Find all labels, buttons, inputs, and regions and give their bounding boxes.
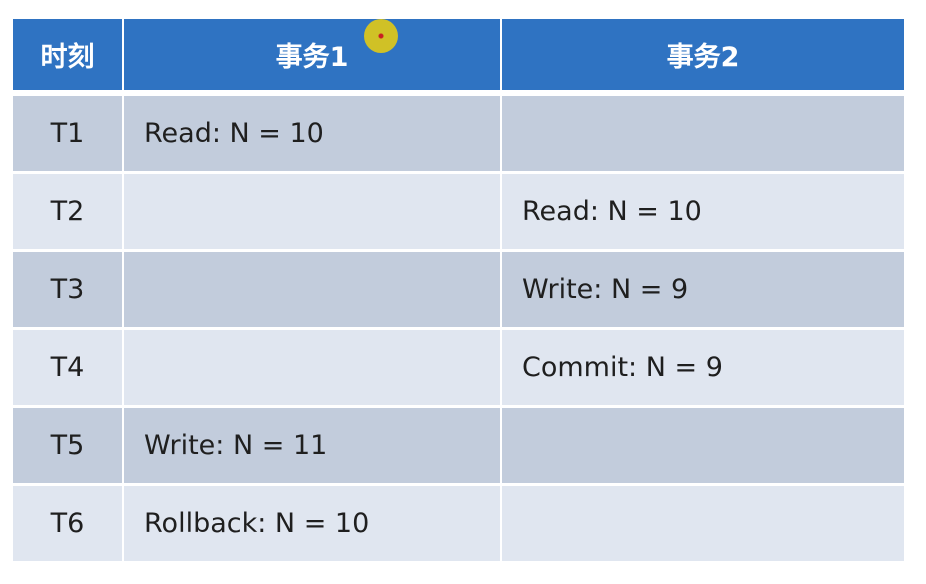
time-cell: T5 bbox=[13, 408, 122, 483]
transaction-1-cell bbox=[124, 252, 500, 327]
header-transaction-2: 事务2 bbox=[502, 19, 904, 90]
header-time: 时刻 bbox=[13, 19, 122, 90]
transaction-2-cell bbox=[502, 486, 904, 561]
table-header-row: 时刻 事务1 事务2 bbox=[13, 19, 904, 90]
transaction-1-cell: Read: N = 10 bbox=[124, 96, 500, 171]
transaction-2-cell bbox=[502, 96, 904, 171]
header-transaction-1: 事务1 bbox=[124, 19, 500, 90]
transaction-timeline-table: 时刻 事务1 事务2 T1 Read: N = 10 T2 Read: N = … bbox=[13, 19, 904, 561]
transaction-1-cell bbox=[124, 330, 500, 405]
table-row: T3 Write: N = 9 bbox=[13, 252, 904, 327]
table-row: T4 Commit: N = 9 bbox=[13, 330, 904, 405]
table-row: T2 Read: N = 10 bbox=[13, 174, 904, 249]
transaction-2-cell: Commit: N = 9 bbox=[502, 330, 904, 405]
transaction-1-cell bbox=[124, 174, 500, 249]
time-cell: T3 bbox=[13, 252, 122, 327]
time-cell: T2 bbox=[13, 174, 122, 249]
time-cell: T4 bbox=[13, 330, 122, 405]
transaction-1-cell: Write: N = 11 bbox=[124, 408, 500, 483]
transaction-1-cell: Rollback: N = 10 bbox=[124, 486, 500, 561]
transaction-2-cell bbox=[502, 408, 904, 483]
time-cell: T6 bbox=[13, 486, 122, 561]
transaction-2-cell: Read: N = 10 bbox=[502, 174, 904, 249]
pointer-highlight-icon bbox=[364, 19, 398, 53]
table-row: T6 Rollback: N = 10 bbox=[13, 486, 904, 561]
transaction-2-cell: Write: N = 9 bbox=[502, 252, 904, 327]
time-cell: T1 bbox=[13, 96, 122, 171]
table-row: T1 Read: N = 10 bbox=[13, 96, 904, 171]
table-row: T5 Write: N = 11 bbox=[13, 408, 904, 483]
